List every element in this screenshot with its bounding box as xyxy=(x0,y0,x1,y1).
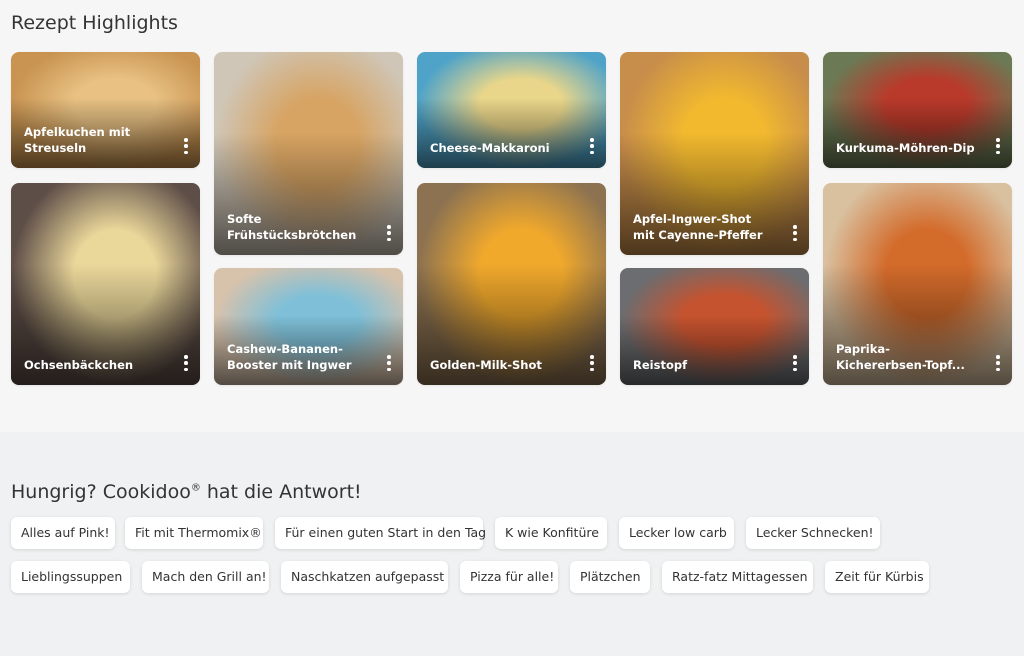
more-options-icon[interactable] xyxy=(386,225,392,241)
recipe-title: Golden-Milk-Shot xyxy=(430,358,542,372)
recipe-card-cheese-makkaroni[interactable]: Cheese-Makkaroni xyxy=(417,52,606,168)
collection-chip[interactable]: Mach den Grill an! xyxy=(142,561,269,593)
dot xyxy=(590,367,594,371)
recipe-card-apfelkuchen[interactable]: Apfelkuchen mit Streuseln xyxy=(11,52,200,168)
recipe-card-apfel-ingwer-shot[interactable]: Apfel-Ingwer-Shot mit Cayenne-Pfeffer xyxy=(620,52,809,255)
image-gradient xyxy=(823,98,1012,168)
recipe-title: Softe Frühstücksbrötchen xyxy=(227,212,357,242)
recipe-card-ochsenbaeckchen[interactable]: Ochsenbäckchen xyxy=(11,183,200,385)
recipe-title: Apfel-Ingwer-Shot mit Cayenne-Pfeffer xyxy=(633,212,763,242)
collections-title-main: Hungrig? Cookidoo xyxy=(11,481,191,503)
more-options-icon[interactable] xyxy=(995,138,1001,154)
dot xyxy=(184,367,188,371)
more-options-icon[interactable] xyxy=(792,355,798,371)
dot xyxy=(387,355,391,359)
recipe-title: Ochsenbäckchen xyxy=(24,358,134,372)
recipe-title: Kurkuma-Möhren-Dip xyxy=(836,141,975,155)
dot xyxy=(996,355,1000,359)
recipe-card-kurkuma-moehren-dip[interactable]: Kurkuma-Möhren-Dip xyxy=(823,52,1012,168)
more-options-icon[interactable] xyxy=(792,225,798,241)
collection-chip[interactable]: Ratz-fatz Mittagessen xyxy=(662,561,813,593)
image-gradient xyxy=(620,314,809,385)
dot xyxy=(387,237,391,241)
dot xyxy=(590,144,594,148)
image-gradient xyxy=(417,98,606,168)
collection-chip[interactable]: Zeit für Kürbis xyxy=(825,561,929,593)
collection-chip[interactable]: Lecker low carb xyxy=(619,517,734,549)
collection-chip[interactable]: Naschkatzen aufgepasst xyxy=(281,561,448,593)
recipe-card-cashew-bananen-booster[interactable]: Cashew-Bananen- Booster mit Ingwer xyxy=(214,268,403,385)
collection-chip[interactable]: Für einen guten Start in den Tag xyxy=(275,517,486,549)
dot xyxy=(184,361,188,365)
collections-title: Hungrig? Cookidoo® hat die Antwort! xyxy=(11,481,362,503)
dot xyxy=(184,150,188,154)
more-options-icon[interactable] xyxy=(386,355,392,371)
dot xyxy=(387,361,391,365)
more-options-icon[interactable] xyxy=(589,138,595,154)
collection-chip[interactable]: Pizza für alle! xyxy=(460,561,558,593)
recipe-card-paprika-kichererbsen-topf[interactable]: Paprika- Kichererbsen-Topf... xyxy=(823,183,1012,385)
recipe-card-reistopf[interactable]: Reistopf xyxy=(620,268,809,385)
collection-chip[interactable]: Plätzchen xyxy=(570,561,650,593)
registered-mark: ® xyxy=(190,482,201,494)
dot xyxy=(793,231,797,235)
dot xyxy=(387,231,391,235)
collections-title-end: hat die Antwort! xyxy=(200,481,362,503)
dot xyxy=(184,138,188,142)
dot xyxy=(387,225,391,229)
collection-chip[interactable]: K wie Konfitüre xyxy=(495,517,607,549)
dot xyxy=(387,367,391,371)
collection-chip[interactable]: Lecker Schnecken! xyxy=(746,517,880,549)
more-options-icon[interactable] xyxy=(995,355,1001,371)
highlights-title: Rezept Highlights xyxy=(11,12,178,34)
recipe-title: Cashew-Bananen- Booster mit Ingwer xyxy=(227,342,352,372)
dot xyxy=(793,355,797,359)
more-options-icon[interactable] xyxy=(183,355,189,371)
dot xyxy=(590,138,594,142)
more-options-icon[interactable] xyxy=(183,138,189,154)
recipe-card-golden-milk-shot[interactable]: Golden-Milk-Shot xyxy=(417,183,606,385)
dot xyxy=(996,138,1000,142)
recipe-title: Paprika- Kichererbsen-Topf... xyxy=(836,342,965,372)
dot xyxy=(590,355,594,359)
recipe-title: Apfelkuchen mit Streuseln xyxy=(24,125,131,155)
dot xyxy=(996,144,1000,148)
recipe-card-fruehstuecksbroetchen[interactable]: Softe Frühstücksbrötchen xyxy=(214,52,403,255)
dot xyxy=(996,150,1000,154)
dot xyxy=(184,144,188,148)
dot xyxy=(996,367,1000,371)
dot xyxy=(793,361,797,365)
dot xyxy=(590,361,594,365)
dot xyxy=(590,150,594,154)
more-options-icon[interactable] xyxy=(589,355,595,371)
recipe-title: Cheese-Makkaroni xyxy=(430,141,550,155)
dot xyxy=(793,237,797,241)
dot xyxy=(793,367,797,371)
collection-chip[interactable]: Alles auf Pink! xyxy=(11,517,115,549)
collection-chip[interactable]: Fit mit Thermomix® xyxy=(125,517,263,549)
dot xyxy=(184,355,188,359)
dot xyxy=(996,361,1000,365)
recipe-title: Reistopf xyxy=(633,358,688,372)
dot xyxy=(793,225,797,229)
collection-chip[interactable]: Lieblingssuppen xyxy=(11,561,130,593)
